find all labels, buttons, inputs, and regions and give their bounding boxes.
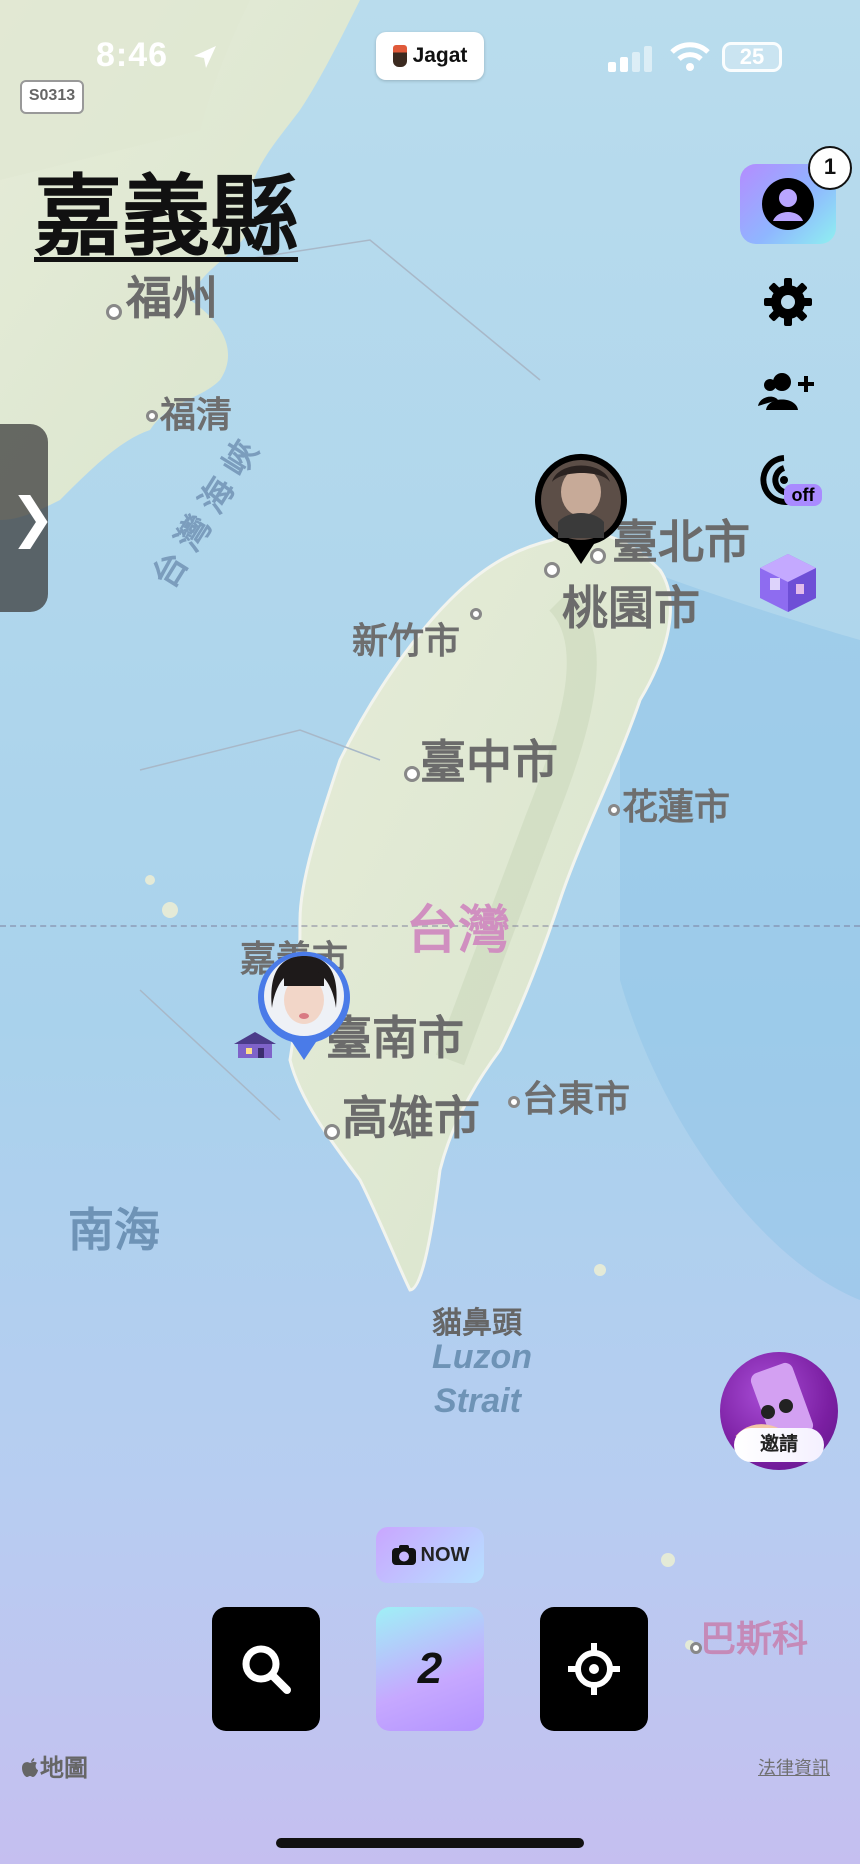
locate-me-button[interactable] bbox=[540, 1607, 648, 1731]
legal-link[interactable]: 法律資訊 bbox=[758, 1754, 830, 1780]
apple-logo-icon bbox=[22, 1758, 38, 1777]
battery-indicator: 25 bbox=[722, 42, 782, 72]
search-icon bbox=[242, 1645, 291, 1694]
status-time: 8:46 bbox=[96, 36, 169, 74]
label-hsinchu: 新竹市 bbox=[352, 620, 461, 661]
settings-button[interactable] bbox=[758, 272, 818, 332]
label-hualien: 花蓮市 bbox=[622, 786, 731, 827]
house-icon bbox=[234, 1032, 276, 1058]
add-friends-button[interactable] bbox=[758, 362, 818, 422]
city-dot bbox=[470, 608, 482, 620]
city-dot bbox=[146, 410, 158, 422]
version-tag: S0313 bbox=[20, 80, 84, 114]
label-taipei: 臺北市 bbox=[612, 516, 750, 568]
friends-count-button[interactable]: 2 bbox=[376, 1607, 484, 1731]
label-maobitou: 貓鼻頭 bbox=[432, 1307, 522, 1340]
city-dot bbox=[404, 766, 420, 782]
app-name: Jagat bbox=[412, 44, 468, 67]
label-fuzhou: 福州 bbox=[126, 272, 218, 324]
add-friends-icon bbox=[758, 373, 814, 410]
label-luzon: Luzon bbox=[432, 1338, 533, 1376]
now-label: NOW bbox=[420, 1543, 470, 1566]
friend-marker[interactable] bbox=[532, 452, 630, 568]
crosshair-icon bbox=[568, 1643, 620, 1695]
label-strait: Strait bbox=[434, 1382, 521, 1420]
user-icon bbox=[762, 178, 814, 230]
notification-badge: 1 bbox=[808, 146, 852, 190]
app-switch-pill[interactable]: Jagat bbox=[376, 32, 484, 80]
label-south-sea: 南海 bbox=[68, 1204, 160, 1256]
room-button[interactable] bbox=[756, 550, 820, 614]
wifi-icon bbox=[670, 42, 710, 71]
camera-icon bbox=[391, 1545, 416, 1565]
now-camera-button[interactable]: NOW bbox=[376, 1527, 484, 1583]
label-taoyuan: 桃園市 bbox=[562, 582, 700, 634]
room-cube-icon bbox=[760, 554, 816, 612]
ghost-mode-off-icon: off bbox=[760, 455, 822, 506]
home-indicator bbox=[276, 1838, 584, 1848]
chevron-right-icon: ❯ bbox=[10, 488, 56, 548]
search-button[interactable] bbox=[212, 1607, 320, 1731]
app-cup-icon bbox=[392, 45, 407, 67]
city-dot bbox=[324, 1124, 340, 1140]
label-taitung: 台東市 bbox=[522, 1078, 631, 1119]
friend-avatar-pin bbox=[535, 453, 627, 564]
location-arrow-icon bbox=[194, 46, 216, 68]
maps-label: 地圖 bbox=[40, 1755, 88, 1782]
label-fuqing: 福清 bbox=[160, 394, 233, 435]
home-icon[interactable] bbox=[232, 1030, 278, 1065]
gear-icon bbox=[764, 278, 812, 326]
label-taichung: 臺中市 bbox=[420, 736, 558, 788]
city-dot bbox=[608, 804, 620, 816]
invite-label: 邀請 bbox=[734, 1428, 824, 1462]
svg-text:off: off bbox=[792, 485, 816, 505]
label-kaohsiung: 高雄市 bbox=[342, 1092, 480, 1144]
region-title: 嘉義縣 bbox=[34, 167, 299, 266]
ghost-mode-button[interactable]: off bbox=[758, 452, 824, 512]
friends-count: 2 bbox=[417, 1644, 443, 1693]
apple-maps-attribution: 地圖 bbox=[20, 1748, 88, 1783]
cell-signal-icon bbox=[608, 46, 652, 72]
label-taiwan: 台灣 bbox=[406, 902, 511, 960]
city-dot bbox=[106, 304, 122, 320]
city-dot bbox=[508, 1096, 520, 1108]
label-bashi: 巴斯科 bbox=[700, 1618, 809, 1659]
